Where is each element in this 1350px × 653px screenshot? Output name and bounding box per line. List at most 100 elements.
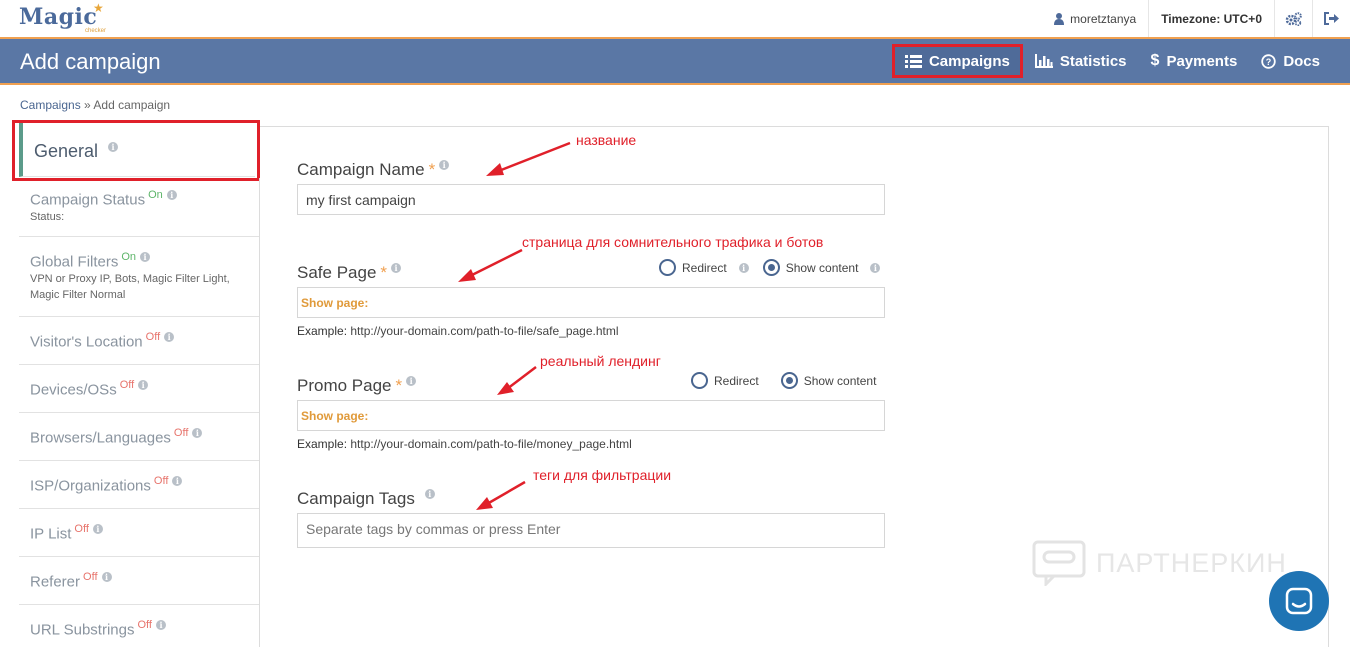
nav-docs-label: Docs: [1283, 52, 1320, 70]
timezone[interactable]: Timezone: UTC+0: [1148, 0, 1274, 37]
logout-icon: [1324, 12, 1339, 25]
watermark-logo-icon: [1032, 540, 1086, 586]
sidebar-item-url-substrings[interactable]: URL Substrings Off i: [19, 605, 259, 653]
chat-button[interactable]: [1269, 571, 1329, 631]
example-url: http://your-domain.com/path-to-file/safe…: [350, 324, 619, 338]
status-badge: Off: [74, 523, 89, 535]
promo-show-content-radio[interactable]: [780, 372, 798, 389]
safe-page-label-text: Safe Page: [297, 263, 377, 282]
campaign-name-label: Campaign Name * i: [297, 160, 450, 180]
promo-page-mode: Redirect Show content: [691, 372, 884, 389]
status-badge: Off: [153, 475, 169, 487]
annotation-arrow-icon: [497, 366, 537, 395]
safe-page-label: Safe Page * i: [297, 263, 402, 283]
promo-page-label-text: Promo Page: [297, 376, 392, 395]
campaign-tags-input[interactable]: Separate tags by commas or press Enter: [297, 513, 885, 548]
promo-redirect-radio[interactable]: [691, 372, 708, 389]
sidebar-item-label: Referer: [30, 573, 81, 591]
watermark-text: ПАРТНЕРКИН: [1096, 547, 1287, 578]
promo-redirect-label: Redirect: [714, 373, 759, 388]
info-icon[interactable]: i: [166, 190, 177, 200]
safe-page-mode: Redirect i Show content i: [659, 259, 881, 276]
campaign-name-input[interactable]: my first campaign: [297, 184, 885, 215]
annotation-arrow-icon: [476, 480, 526, 510]
list-icon: [904, 54, 922, 68]
status-badge: Off: [173, 427, 189, 439]
breadcrumb-separator: »: [80, 98, 94, 112]
svg-text:?: ?: [1266, 57, 1272, 67]
info-icon[interactable]: i: [439, 160, 450, 171]
chat-icon: [1285, 587, 1313, 615]
annotation-name: название: [576, 132, 637, 148]
annotation-highlight-general: [12, 120, 260, 181]
promo-page-input[interactable]: Show page:: [297, 400, 885, 431]
annotation-safe: страница для сомнительного трафика и бот…: [522, 234, 824, 250]
info-icon[interactable]: i: [870, 262, 881, 273]
sidebar-item-visitors-location[interactable]: Visitor's Location Off i: [19, 317, 259, 365]
logo[interactable]: Magic ★ checker: [19, 1, 114, 34]
sidebar-item-isp[interactable]: ISP/Organizations Off i: [19, 461, 259, 509]
nav-docs[interactable]: ? Docs: [1249, 44, 1332, 78]
sidebar-item-devices[interactable]: Devices/OSs Off i: [19, 365, 259, 413]
info-icon[interactable]: i: [140, 252, 151, 262]
safe-redirect-label: Redirect: [682, 260, 727, 275]
safe-redirect-radio[interactable]: [659, 259, 676, 276]
page-header: Add campaign Campaigns Statistics $ Paym…: [0, 37, 1350, 85]
safe-show-content-label: Show content: [785, 260, 859, 275]
info-icon[interactable]: i: [164, 332, 175, 342]
campaign-tags-label-text: Campaign Tags: [297, 489, 415, 508]
safe-page-input[interactable]: Show page:: [297, 287, 885, 318]
sidebar-item-referer[interactable]: Referer Off i: [19, 557, 259, 605]
settings-button[interactable]: [1274, 0, 1312, 37]
nav-statistics[interactable]: Statistics: [1023, 44, 1139, 78]
annotation-arrow-icon: [486, 141, 571, 176]
info-icon[interactable]: i: [172, 476, 183, 486]
status-badge: On: [148, 189, 163, 201]
sidebar-item-campaign-status[interactable]: Campaign Status On i Status:: [19, 178, 259, 237]
breadcrumb-campaigns[interactable]: Campaigns: [20, 98, 81, 112]
breadcrumb: Campaigns » Add campaign: [20, 98, 170, 112]
status-badge: Off: [145, 331, 161, 343]
info-icon[interactable]: i: [155, 620, 166, 630]
nav-payments-label: Payments: [1166, 52, 1238, 70]
logo-star-icon: ★: [93, 1, 104, 15]
logo-sub: checker: [85, 28, 107, 34]
info-icon[interactable]: i: [391, 263, 402, 274]
info-icon[interactable]: i: [101, 572, 112, 582]
nav-statistics-label: Statistics: [1059, 52, 1127, 70]
top-bar: Magic ★ checker moretztanya Timezone: UT…: [0, 0, 1350, 37]
watermark: ПАРТНЕРКИН: [1032, 540, 1287, 586]
info-icon[interactable]: i: [92, 524, 103, 534]
breadcrumb-current: Add campaign: [93, 98, 171, 112]
safe-show-content-radio[interactable]: [762, 259, 780, 276]
user-icon: [1054, 12, 1065, 25]
main-nav: Campaigns Statistics $ Payments ? Docs: [891, 44, 1332, 78]
required-marker: *: [395, 376, 403, 395]
sidebar-item-global-filters[interactable]: Global Filters On i VPN or Proxy IP, Bots,…: [19, 237, 259, 317]
logout-button[interactable]: [1312, 0, 1350, 37]
sidebar-list: Campaign Status On i Status: Global Filter…: [19, 178, 260, 647]
info-icon[interactable]: i: [138, 380, 149, 390]
user-menu[interactable]: moretztanya: [1042, 0, 1148, 37]
info-icon[interactable]: i: [738, 262, 749, 273]
nav-payments[interactable]: $ Payments: [1139, 44, 1250, 78]
status-badge: Off: [119, 379, 135, 391]
sidebar-item-browsers[interactable]: Browsers/Languages Off i: [19, 413, 259, 461]
sidebar-item-label: Browsers/Languages: [30, 429, 171, 447]
nav-campaigns[interactable]: Campaigns: [891, 44, 1023, 78]
sidebar-item-label: IP List: [30, 525, 72, 543]
example-prefix: Example:: [297, 437, 348, 451]
settings-icon: [1285, 11, 1302, 26]
info-icon[interactable]: i: [192, 428, 203, 438]
sidebar-item-label: Visitor's Location: [30, 333, 143, 351]
nav-campaigns-label: Campaigns: [928, 52, 1010, 70]
promo-page-label: Promo Page * i: [297, 376, 417, 396]
annotation-promo: реальный лендинг: [540, 353, 661, 369]
info-icon[interactable]: i: [424, 489, 435, 500]
sidebar-item-desc: VPN or Proxy IP, Bots, Magic Filter Ligh…: [30, 273, 230, 302]
sidebar-item-ip-list[interactable]: IP List Off i: [19, 509, 259, 557]
example-prefix: Example:: [297, 324, 348, 338]
info-icon[interactable]: i: [406, 376, 417, 387]
sidebar: General i Campaign Status On i Status: Glo…: [12, 118, 260, 647]
required-marker: *: [380, 263, 388, 282]
